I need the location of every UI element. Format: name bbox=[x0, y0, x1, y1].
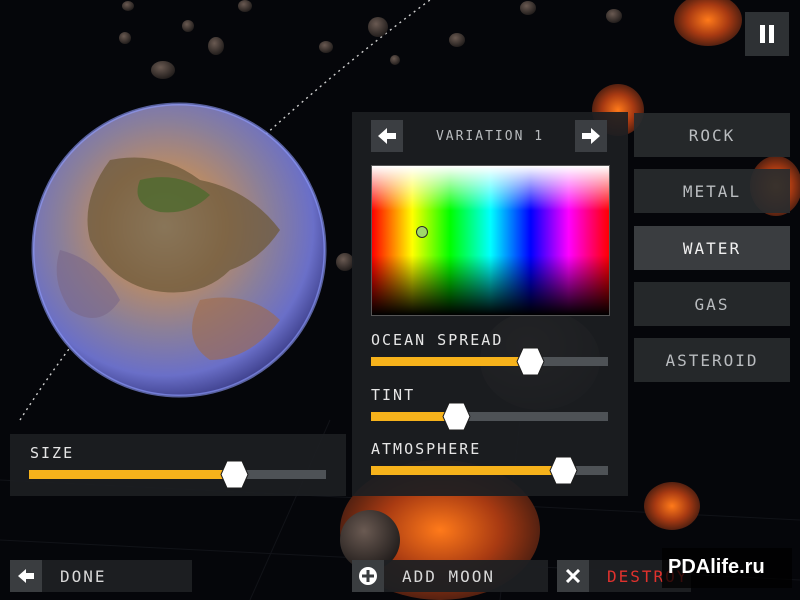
material-rock-button[interactable]: ROCK bbox=[634, 113, 790, 157]
back-arrow-icon bbox=[10, 560, 42, 592]
tint-label: TINT bbox=[371, 386, 416, 404]
pause-icon bbox=[760, 25, 774, 43]
size-label: SIZE bbox=[30, 444, 75, 462]
ocean-spread-fill bbox=[371, 357, 530, 366]
size-handle[interactable] bbox=[220, 460, 249, 489]
variation-prev-button[interactable] bbox=[371, 120, 403, 152]
pause-button[interactable] bbox=[745, 12, 789, 56]
ocean-spread-label: OCEAN SPREAD bbox=[371, 331, 504, 349]
material-gas-button[interactable]: GAS bbox=[634, 282, 790, 326]
material-water-button[interactable]: WATER bbox=[634, 226, 790, 270]
color-picker[interactable] bbox=[371, 165, 610, 316]
ocean-spread-handle[interactable] bbox=[516, 347, 545, 376]
variation-label: VARIATION 1 bbox=[435, 129, 545, 144]
plus-icon bbox=[352, 560, 384, 592]
planet[interactable] bbox=[31, 102, 327, 398]
variation-next-button[interactable] bbox=[575, 120, 607, 152]
ocean-spread-slider[interactable] bbox=[371, 347, 608, 376]
add-moon-label: ADD MOON bbox=[402, 567, 496, 586]
material-water-label: WATER bbox=[682, 238, 742, 258]
size-fill bbox=[29, 470, 234, 479]
arrow-left-icon bbox=[378, 128, 396, 144]
tint-slider[interactable] bbox=[371, 402, 608, 431]
surface-panel: VARIATION 1 OCEAN SPREAD TINT ATMOSPHERE bbox=[352, 112, 628, 496]
close-icon bbox=[557, 560, 589, 592]
size-panel: SIZE bbox=[10, 434, 346, 496]
done-button[interactable]: DONE bbox=[10, 560, 192, 592]
color-picker-handle[interactable] bbox=[416, 226, 428, 238]
material-asteroid-button[interactable]: ASTEROID bbox=[634, 338, 790, 382]
material-asteroid-label: ASTEROID bbox=[665, 350, 759, 370]
material-gas-label: GAS bbox=[694, 294, 730, 314]
watermark-logo: PDAlife.ru bbox=[662, 548, 792, 588]
tint-handle[interactable] bbox=[442, 402, 471, 431]
arrow-right-icon bbox=[582, 128, 600, 144]
material-metal-button[interactable]: METAL bbox=[634, 169, 790, 213]
done-label: DONE bbox=[60, 567, 107, 586]
atmosphere-slider[interactable] bbox=[371, 456, 608, 485]
material-metal-label: METAL bbox=[682, 181, 742, 201]
watermark-text: PDAlife.ru bbox=[668, 556, 765, 578]
atmosphere-fill bbox=[371, 466, 563, 475]
atmosphere-label: ATMOSPHERE bbox=[371, 440, 482, 458]
material-rock-label: ROCK bbox=[688, 125, 736, 145]
size-slider[interactable] bbox=[29, 460, 326, 489]
atmosphere-handle[interactable] bbox=[549, 456, 578, 485]
add-moon-button[interactable]: ADD MOON bbox=[352, 560, 548, 592]
